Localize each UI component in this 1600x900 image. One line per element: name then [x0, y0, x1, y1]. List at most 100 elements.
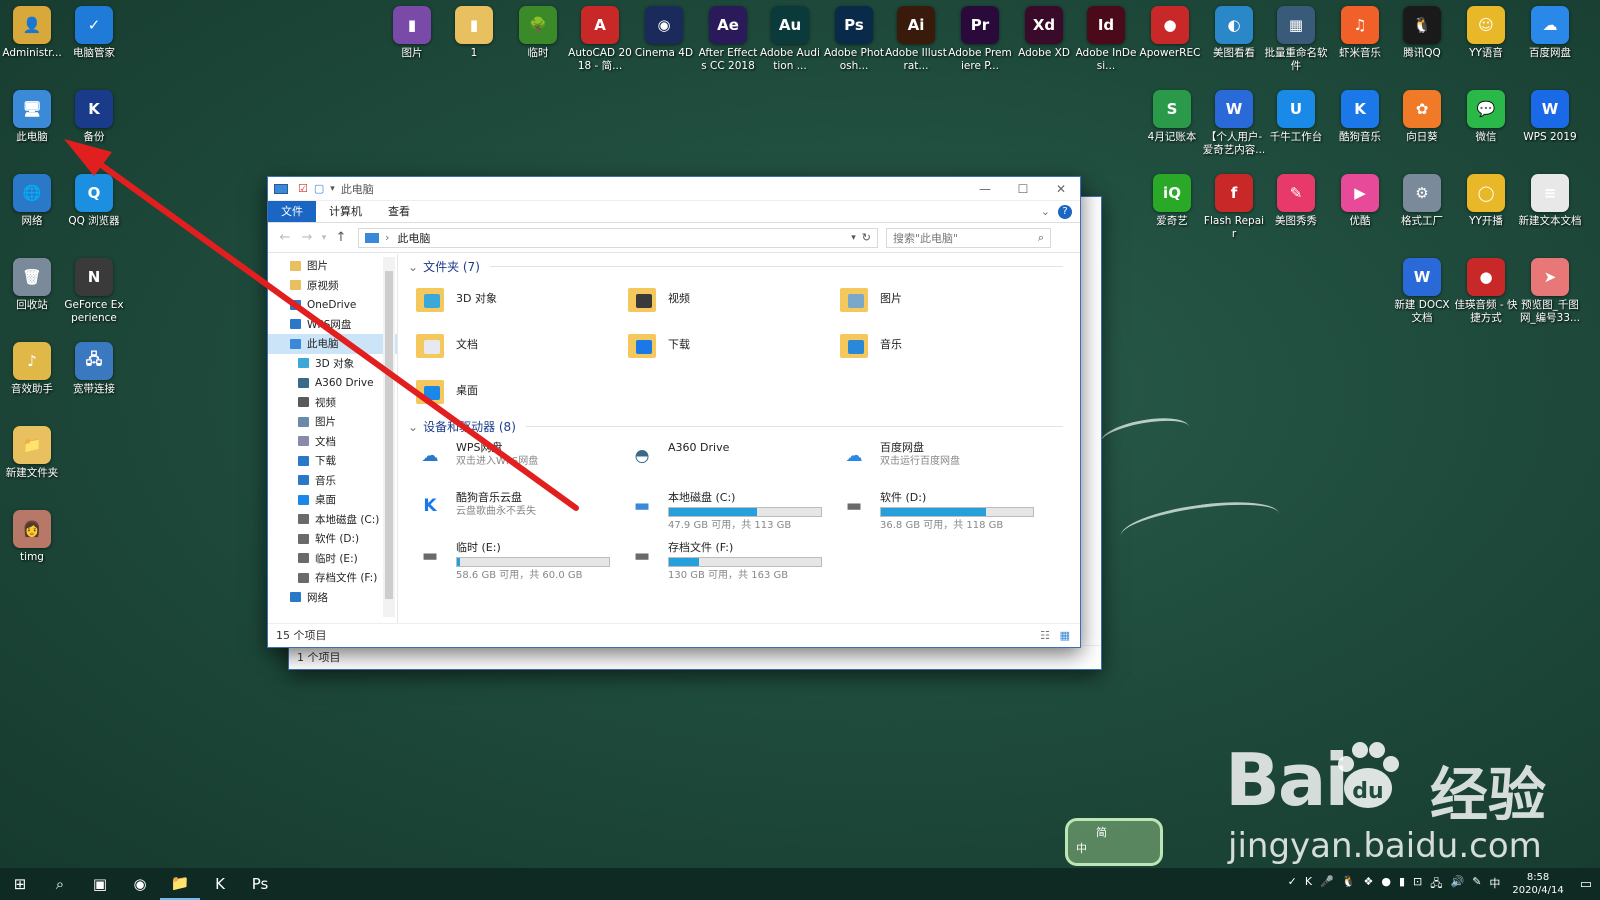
- desktop-icon[interactable]: 🌐 网络: [0, 174, 64, 254]
- nav-item[interactable]: 文档: [268, 432, 397, 452]
- desktop-icon[interactable]: Au Adobe Audition ...: [758, 6, 822, 86]
- desktop-icon[interactable]: 👤 Administr...: [0, 6, 64, 86]
- desktop-icon[interactable]: 👩 timg: [0, 510, 64, 590]
- nav-item[interactable]: 此电脑: [268, 334, 397, 354]
- photoshop-icon[interactable]: Ps: [240, 868, 280, 900]
- tray-icon[interactable]: 中: [1489, 875, 1500, 894]
- nav-item[interactable]: 音乐: [268, 471, 397, 491]
- desktop-icon[interactable]: ✓ 电脑管家: [62, 6, 126, 86]
- desktop-icon[interactable]: ● 佳瑛音频 - 快捷方式: [1454, 258, 1518, 338]
- tray-icon[interactable]: 🔊: [1451, 875, 1465, 894]
- qq-browser-icon[interactable]: ◉: [120, 868, 160, 900]
- desktop-icon[interactable]: 🐧 腾讯QQ: [1390, 6, 1454, 86]
- nav-item[interactable]: WPS网盘: [268, 315, 397, 335]
- folder-item[interactable]: 3D 对象: [414, 278, 614, 318]
- folder-item[interactable]: 下载: [626, 324, 826, 364]
- nav-item[interactable]: 软件 (D:): [268, 529, 397, 549]
- folder-item[interactable]: 文档: [414, 324, 614, 364]
- navigation-pane[interactable]: 图片 原视频 OneDrive WPS网盘 此电脑 3D 对象 A360 Drive 视频 图片…: [268, 254, 398, 624]
- tray-icon[interactable]: 🎤: [1320, 875, 1334, 894]
- tab-file[interactable]: 文件: [268, 201, 316, 222]
- backup-app-icon[interactable]: K: [200, 868, 240, 900]
- ime-indicator[interactable]: 简 中: [1065, 818, 1163, 866]
- nav-item[interactable]: 原视频: [268, 276, 397, 296]
- tray-icon[interactable]: ⊡: [1413, 875, 1422, 894]
- drive-item[interactable]: ◓ A360 Drive: [622, 439, 822, 483]
- desktop-icon[interactable]: Ai Adobe Illustrat...: [884, 6, 948, 86]
- nav-scrollbar[interactable]: [383, 257, 395, 617]
- tab-view[interactable]: 查看: [375, 201, 423, 222]
- up-icon[interactable]: ↑: [330, 230, 352, 245]
- desktop-icon[interactable]: Id Adobe InDesi...: [1074, 6, 1138, 86]
- task-view-icon[interactable]: ▣: [80, 868, 120, 900]
- desktop-icon[interactable]: 🗑 回收站: [0, 258, 64, 338]
- desktop-icon[interactable]: K 备份: [62, 90, 126, 170]
- tray-icon[interactable]: ✎: [1472, 875, 1481, 894]
- desktop-icon[interactable]: ≡ 新建文本文档: [1518, 174, 1582, 254]
- tray-icon[interactable]: 🖧: [1430, 875, 1442, 894]
- desktop-icon[interactable]: ➤ 预览图_千图网_编号33...: [1518, 258, 1582, 338]
- tiles-view-icon[interactable]: ▦: [1060, 624, 1070, 647]
- scroll-thumb[interactable]: [385, 271, 393, 599]
- desktop-icon[interactable]: 🖥 此电脑: [0, 90, 64, 170]
- minimize-button[interactable]: —: [966, 182, 1004, 196]
- nav-item[interactable]: 3D 对象: [268, 354, 397, 374]
- start-icon[interactable]: ⊞: [0, 868, 40, 900]
- desktop-icon[interactable]: f Flash Repair: [1202, 174, 1266, 254]
- breadcrumb-chevron-icon[interactable]: ›: [385, 231, 389, 244]
- desktop-icon[interactable]: ♫ 虾米音乐: [1328, 6, 1392, 86]
- chevron-down-icon[interactable]: ▾: [851, 233, 856, 243]
- drive-item[interactable]: K 酷狗音乐云盘 云盘歌曲永不丢失: [410, 489, 610, 533]
- desktop-icon[interactable]: ✿ 向日葵: [1390, 90, 1454, 170]
- drive-item[interactable]: ▬ 存档文件 (F:) 130 GB 可用，共 163 GB: [622, 539, 822, 583]
- nav-item[interactable]: 桌面: [268, 490, 397, 510]
- desktop-icon[interactable]: Pr Adobe Premiere P...: [948, 6, 1012, 86]
- desktop-icon[interactable]: 💬 微信: [1454, 90, 1518, 170]
- drive-item[interactable]: ▬ 软件 (D:) 36.8 GB 可用，共 118 GB: [834, 489, 1034, 533]
- desktop-icon[interactable]: S 4月记账本: [1140, 90, 1204, 170]
- desktop-icon[interactable]: U 千牛工作台: [1264, 90, 1328, 170]
- nav-item[interactable]: A360 Drive: [268, 373, 397, 393]
- desktop-icon[interactable]: 🖧 宽带连接: [62, 342, 126, 422]
- drive-item[interactable]: ▬ 本地磁盘 (C:) 47.9 GB 可用，共 113 GB: [622, 489, 822, 533]
- folders-group-header[interactable]: ⌄ 文件夹 (7): [408, 258, 1063, 275]
- new-folder-icon[interactable]: ▢: [314, 182, 324, 195]
- folder-item[interactable]: 音乐: [838, 324, 1038, 364]
- tray-icon[interactable]: ▮: [1399, 875, 1405, 894]
- properties-icon[interactable]: ☑: [298, 182, 308, 195]
- nav-item[interactable]: 网络: [268, 588, 397, 608]
- search-input[interactable]: 搜索"此电脑" ⌕: [886, 227, 1051, 248]
- desktop-icon[interactable]: ⚙ 格式工厂: [1390, 174, 1454, 254]
- tray-icon[interactable]: ●: [1381, 875, 1391, 894]
- tray-icon[interactable]: 🐧: [1342, 875, 1356, 894]
- expand-ribbon-icon[interactable]: ⌄: [1041, 205, 1050, 218]
- tray-icon[interactable]: ✓: [1288, 875, 1297, 894]
- desktop-icon[interactable]: W 新建 DOCX 文档: [1390, 258, 1454, 338]
- search-icon[interactable]: ⌕: [40, 868, 80, 900]
- drive-item[interactable]: ☁ 百度网盘 双击运行百度网盘: [834, 439, 1034, 483]
- nav-item[interactable]: 视频: [268, 393, 397, 413]
- desktop-icon[interactable]: ▶ 优酷: [1328, 174, 1392, 254]
- desktop-icon[interactable]: W 【个人用户-爱奇艺内容...: [1202, 90, 1266, 170]
- desktop-icon[interactable]: ☺ YY语音: [1454, 6, 1518, 86]
- back-icon[interactable]: ←: [274, 230, 296, 245]
- clock[interactable]: 8:58 2020/4/14: [1512, 871, 1563, 897]
- folder-item[interactable]: 桌面: [414, 370, 614, 410]
- tab-computer[interactable]: 计算机: [316, 201, 375, 222]
- nav-item[interactable]: OneDrive: [268, 295, 397, 315]
- desktop-icon[interactable]: ☁ 百度网盘: [1518, 6, 1582, 86]
- desktop-icon[interactable]: N GeForce Experience: [62, 258, 126, 338]
- help-icon[interactable]: ?: [1058, 204, 1072, 219]
- nav-item[interactable]: 本地磁盘 (C:): [268, 510, 397, 530]
- desktop-icon[interactable]: K 酷狗音乐: [1328, 90, 1392, 170]
- file-explorer-icon[interactable]: 📁: [160, 868, 200, 900]
- desktop-icon[interactable]: Q QQ 浏览器: [62, 174, 126, 254]
- search-icon[interactable]: ⌕: [1038, 231, 1044, 245]
- desktop-icon[interactable]: Xd Adobe XD: [1012, 6, 1076, 86]
- desktop-icon[interactable]: ♪ 音效助手: [0, 342, 64, 422]
- desktop-icon[interactable]: Ps Adobe Photosh...: [822, 6, 886, 86]
- desktop-icon[interactable]: ▮ 1: [442, 6, 506, 86]
- nav-item[interactable]: 图片: [268, 412, 397, 432]
- folder-item[interactable]: 图片: [838, 278, 1038, 318]
- desktop-icon[interactable]: Ae After Effects CC 2018: [696, 6, 760, 86]
